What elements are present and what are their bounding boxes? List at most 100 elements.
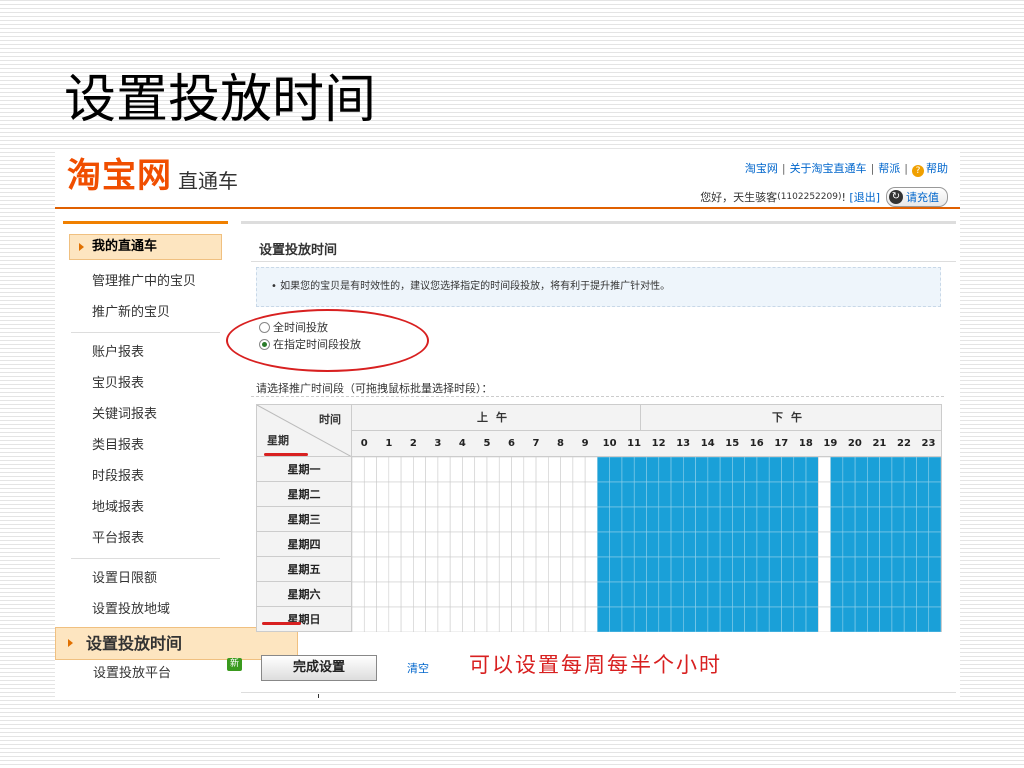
time-slot-selected[interactable] [683, 581, 696, 608]
time-slot-selected[interactable] [854, 606, 868, 632]
time-slot-selected[interactable] [597, 457, 610, 483]
time-slot[interactable] [462, 506, 476, 533]
time-slot-selected[interactable] [683, 481, 696, 508]
time-slot[interactable] [474, 531, 488, 558]
time-slot[interactable] [511, 531, 525, 558]
time-slot[interactable] [352, 506, 365, 533]
time-slot-selected[interactable] [928, 531, 941, 558]
time-slot-selected[interactable] [756, 457, 770, 483]
time-slot[interactable] [535, 556, 549, 583]
time-slot[interactable] [352, 556, 365, 583]
time-slot-selected[interactable] [768, 531, 782, 558]
time-slot-selected[interactable] [793, 556, 807, 583]
time-slot-selected[interactable] [621, 556, 635, 583]
time-slot[interactable] [400, 457, 414, 483]
time-slot-selected[interactable] [732, 481, 745, 508]
time-slot-selected[interactable] [928, 481, 941, 508]
sidebar-item-new[interactable]: 推广新的宝贝 [63, 297, 228, 328]
time-slot-selected[interactable] [732, 556, 745, 583]
time-slot[interactable] [352, 481, 365, 508]
time-slot-selected[interactable] [633, 531, 647, 558]
time-slot[interactable] [584, 531, 598, 558]
time-slot-selected[interactable] [903, 606, 917, 632]
time-slot[interactable] [474, 481, 488, 508]
time-slot-selected[interactable] [683, 506, 696, 533]
time-slot-selected[interactable] [879, 531, 893, 558]
time-slot[interactable] [498, 581, 512, 608]
time-slot[interactable] [548, 581, 561, 608]
time-slot-selected[interactable] [916, 581, 930, 608]
time-slot-selected[interactable] [683, 556, 696, 583]
time-slot-selected[interactable] [916, 531, 930, 558]
sidebar-item-region-report[interactable]: 地域报表 [63, 492, 228, 523]
time-slot-selected[interactable] [646, 531, 660, 558]
time-slot-selected[interactable] [830, 581, 844, 608]
time-slot-selected[interactable] [707, 556, 721, 583]
time-slot-selected[interactable] [830, 531, 844, 558]
time-slot[interactable] [498, 481, 512, 508]
time-slot[interactable] [437, 556, 451, 583]
time-slot[interactable] [363, 457, 377, 483]
time-slot-selected[interactable] [793, 606, 807, 632]
time-slot[interactable] [560, 556, 574, 583]
time-slot[interactable] [572, 457, 586, 483]
time-slot[interactable] [535, 481, 549, 508]
time-slot-selected[interactable] [683, 606, 696, 632]
time-slot[interactable] [817, 531, 831, 558]
time-slot[interactable] [449, 481, 463, 508]
time-slot-selected[interactable] [879, 556, 893, 583]
time-slot-selected[interactable] [719, 481, 733, 508]
time-slot[interactable] [449, 581, 463, 608]
time-slot[interactable] [523, 506, 537, 533]
time-slot-selected[interactable] [781, 457, 795, 483]
time-slot[interactable] [511, 556, 525, 583]
time-slot[interactable] [572, 506, 586, 533]
time-slot[interactable] [511, 581, 525, 608]
time-slot-selected[interactable] [854, 581, 868, 608]
sidebar-item-time-report[interactable]: 时段报表 [63, 461, 228, 492]
time-slot[interactable] [535, 606, 549, 632]
time-slot[interactable] [498, 606, 512, 632]
time-slot[interactable] [486, 506, 500, 533]
time-slot[interactable] [413, 481, 426, 508]
time-slot[interactable] [449, 606, 463, 632]
time-slot[interactable] [560, 606, 574, 632]
sidebar-item-set-platform[interactable]: 设置投放平台 [93, 662, 171, 681]
time-slot[interactable] [535, 531, 549, 558]
time-slot-selected[interactable] [744, 481, 758, 508]
time-slot-selected[interactable] [842, 457, 856, 483]
time-slot[interactable] [437, 581, 451, 608]
time-slot-selected[interactable] [707, 481, 721, 508]
time-slot-selected[interactable] [842, 606, 856, 632]
time-slot-selected[interactable] [916, 606, 930, 632]
time-slot-selected[interactable] [916, 506, 930, 533]
time-slot-selected[interactable] [805, 531, 819, 558]
time-slot[interactable] [560, 531, 574, 558]
time-slot[interactable] [400, 506, 414, 533]
time-slot-selected[interactable] [793, 531, 807, 558]
time-slot[interactable] [560, 481, 574, 508]
time-slot-selected[interactable] [695, 606, 709, 632]
time-slot-selected[interactable] [646, 606, 660, 632]
time-slot[interactable] [572, 556, 586, 583]
time-slot[interactable] [400, 481, 414, 508]
time-slot[interactable] [474, 457, 488, 483]
time-slot-selected[interactable] [707, 506, 721, 533]
sidebar-item-item-report[interactable]: 宝贝报表 [63, 368, 228, 399]
time-slot[interactable] [376, 481, 390, 508]
time-slot-selected[interactable] [597, 481, 610, 508]
logout-link[interactable]: [退出] [849, 189, 880, 205]
time-slot-selected[interactable] [793, 581, 807, 608]
time-slot-selected[interactable] [744, 581, 758, 608]
sidebar-item-daily-limit[interactable]: 设置日限额 [63, 563, 228, 594]
time-slot-selected[interactable] [879, 581, 893, 608]
time-slot[interactable] [584, 556, 598, 583]
sidebar-item-manage[interactable]: 管理推广中的宝贝 [63, 266, 228, 297]
time-slot-selected[interactable] [744, 506, 758, 533]
time-slot[interactable] [584, 606, 598, 632]
time-slot-selected[interactable] [805, 606, 819, 632]
time-slot-selected[interactable] [695, 506, 709, 533]
time-slot-selected[interactable] [621, 531, 635, 558]
time-slot[interactable] [376, 506, 390, 533]
sidebar-item-platform-report[interactable]: 平台报表 [63, 523, 228, 554]
